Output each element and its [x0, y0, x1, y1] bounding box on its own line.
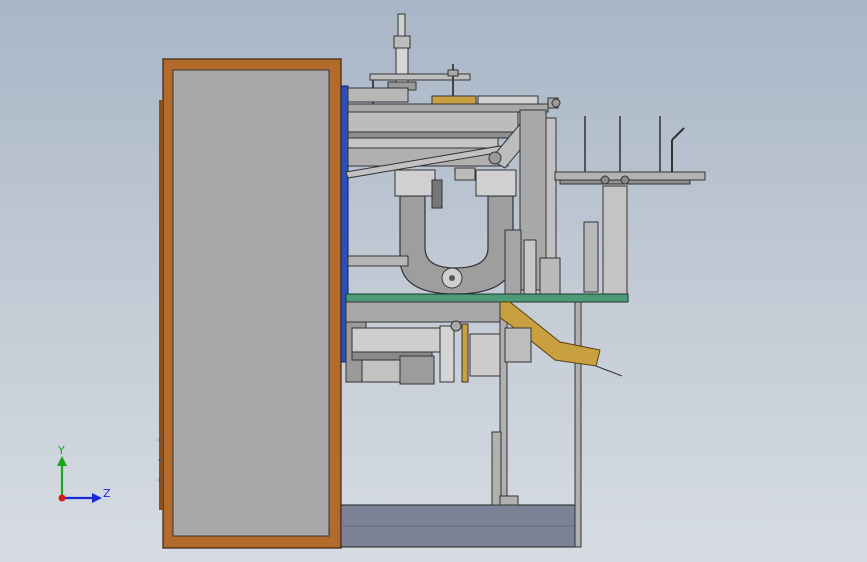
cad-viewport[interactable]: Y Z — [0, 0, 867, 562]
y-axis-label: Y — [57, 444, 65, 457]
electrical-cabinet — [158, 58, 342, 549]
z-axis-label: Z — [103, 487, 111, 500]
feeder-tray — [554, 116, 706, 297]
axis-triad: Y Z — [57, 444, 111, 503]
table-plate — [345, 293, 629, 303]
cabinet-panel — [172, 69, 330, 537]
base-box — [340, 504, 576, 548]
u-bracket — [399, 195, 514, 295]
